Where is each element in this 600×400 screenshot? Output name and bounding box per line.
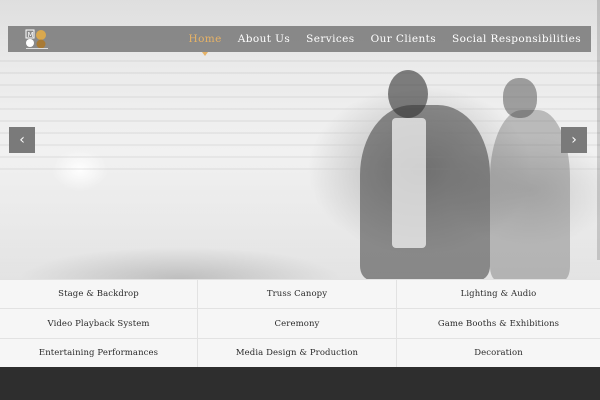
- nav-our-clients[interactable]: Our Clients: [363, 26, 444, 52]
- service-decoration[interactable]: Decoration: [397, 339, 600, 368]
- performer-head: [388, 70, 428, 118]
- nav-services[interactable]: Services: [298, 26, 362, 52]
- service-game-booths[interactable]: Game Booths & Exhibitions: [397, 309, 600, 339]
- site-logo[interactable]: M: [18, 28, 58, 50]
- performer-shirt: [392, 118, 426, 248]
- slider-next-button[interactable]: ›: [561, 127, 587, 153]
- svg-text:M: M: [28, 31, 34, 39]
- slider-prev-button[interactable]: ‹: [9, 127, 35, 153]
- service-media-design[interactable]: Media Design & Production: [198, 339, 397, 368]
- nav-about-us[interactable]: About Us: [230, 26, 298, 52]
- service-stage-backdrop[interactable]: Stage & Backdrop: [0, 280, 198, 309]
- nav-home[interactable]: Home: [181, 26, 230, 56]
- chevron-left-icon: ‹: [19, 132, 25, 148]
- page-footer: [0, 367, 600, 400]
- service-video-playback[interactable]: Video Playback System: [0, 309, 198, 339]
- background-figure: [490, 110, 570, 279]
- service-entertaining-performances[interactable]: Entertaining Performances: [0, 339, 198, 368]
- background-figure-head: [503, 78, 537, 118]
- service-lighting-audio[interactable]: Lighting & Audio: [397, 280, 600, 309]
- services-grid: Stage & Backdrop Truss Canopy Lighting &…: [0, 279, 600, 368]
- main-nav: Home About Us Services Our Clients Socia…: [181, 26, 589, 56]
- site-header: M Home About Us Services Our Clients Soc…: [8, 26, 591, 56]
- crowd-image: [0, 215, 360, 279]
- chevron-right-icon: ›: [571, 132, 577, 148]
- service-truss-canopy[interactable]: Truss Canopy: [198, 280, 397, 309]
- logo-mark-icon: M: [25, 29, 48, 49]
- nav-social-responsibilities[interactable]: Social Responsibilities: [444, 26, 589, 52]
- service-ceremony[interactable]: Ceremony: [198, 309, 397, 339]
